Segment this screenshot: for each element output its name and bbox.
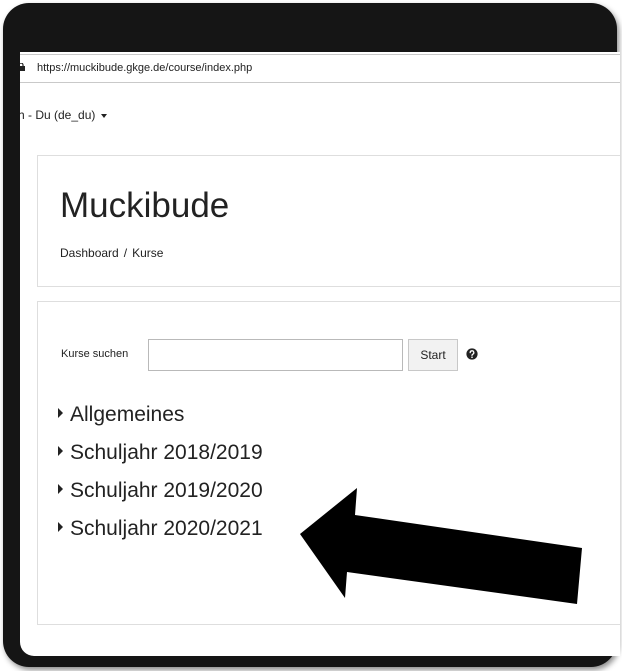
search-input[interactable] bbox=[148, 339, 403, 371]
lock-icon bbox=[20, 63, 25, 71]
category-allgemeines[interactable]: Allgemeines bbox=[58, 403, 184, 427]
address-bar[interactable]: https://muckibude.gkge.de/course/index.p… bbox=[20, 54, 620, 83]
breadcrumb-item-kurse[interactable]: Kurse bbox=[132, 246, 163, 260]
breadcrumb-separator: / bbox=[123, 246, 128, 260]
category-label: Allgemeines bbox=[70, 403, 185, 426]
triangle-right-icon bbox=[58, 522, 63, 533]
breadcrumb-item-dashboard[interactable]: Dashboard bbox=[60, 246, 119, 260]
browser-screen: https://muckibude.gkge.de/course/index.p… bbox=[20, 52, 620, 656]
category-label: Schuljahr 2020/2021 bbox=[70, 517, 263, 540]
category-schuljahr-2018-2019[interactable]: Schuljahr 2018/2019 bbox=[58, 441, 263, 465]
breadcrumb: Dashboard / Kurse bbox=[60, 246, 163, 260]
start-button[interactable]: Start bbox=[408, 339, 458, 371]
language-menu-label: h - Du (de_du) bbox=[20, 108, 96, 122]
language-menu[interactable]: h - Du (de_du) bbox=[20, 108, 108, 122]
category-label: Schuljahr 2018/2019 bbox=[70, 441, 263, 464]
category-schuljahr-2019-2020[interactable]: Schuljahr 2019/2020 bbox=[58, 479, 263, 503]
question-circle-icon[interactable] bbox=[466, 348, 478, 360]
triangle-right-icon bbox=[58, 408, 63, 419]
page-header: Muckibude Dashboard / Kurse bbox=[37, 155, 620, 287]
category-label: Schuljahr 2019/2020 bbox=[70, 479, 263, 502]
triangle-right-icon bbox=[58, 446, 63, 457]
caret-down-icon bbox=[101, 113, 108, 118]
category-schuljahr-2020-2021[interactable]: Schuljahr 2020/2021 bbox=[58, 517, 263, 541]
search-label: Kurse suchen bbox=[61, 348, 129, 360]
page-title: Muckibude bbox=[60, 186, 230, 225]
url-text[interactable]: https://muckibude.gkge.de/course/index.p… bbox=[37, 62, 252, 74]
course-category-panel: Kurse suchen Start Allgemeines Schuljahr… bbox=[37, 301, 620, 625]
triangle-right-icon bbox=[58, 484, 63, 495]
